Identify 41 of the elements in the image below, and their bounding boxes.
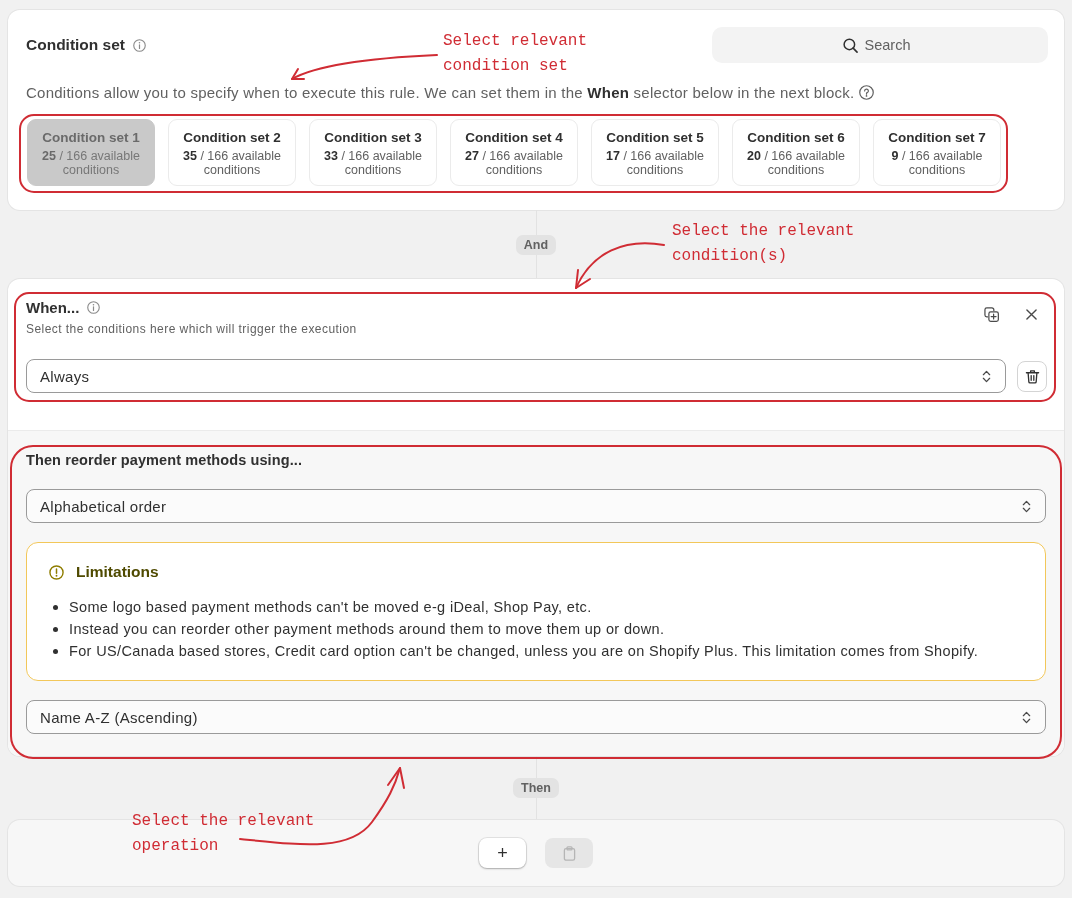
bullet-icon xyxy=(53,648,58,654)
trash-icon xyxy=(1024,368,1040,384)
section-title: When... xyxy=(26,298,80,316)
method-dropdown[interactable]: Alphabetical order xyxy=(26,489,1046,523)
condition-set-tile[interactable]: Condition set 5 17 / 166 available conditions xyxy=(591,119,719,186)
close-icon[interactable] xyxy=(1026,309,1037,320)
clipboard-icon xyxy=(562,845,576,861)
alert-icon xyxy=(49,564,64,580)
connector-label: And xyxy=(515,234,557,255)
card-title: Condition set xyxy=(26,36,126,54)
condition-set-tile[interactable]: Condition set 7 9 / 166 available conditions xyxy=(873,119,1001,186)
condition-set-tile[interactable]: Condition set 4 27 / 166 available conditions xyxy=(450,119,578,186)
limitation-text: Instead you can reorder other payment methods around them to move them up or down. xyxy=(69,621,665,637)
add-button[interactable]: + xyxy=(479,838,526,868)
duplicate-icon[interactable] xyxy=(984,307,999,322)
condition-dropdown[interactable]: Always xyxy=(26,359,1006,393)
description-text: Conditions allow you to specify when to execute this rule. We can set them in the When selector below in the next block. xyxy=(26,83,855,101)
condition-set-tile[interactable]: Condition set 2 35 / 166 available conditions xyxy=(168,119,296,186)
limitation-text: Some logo based payment methods can't be moved e-g iDeal, Shop Pay, etc. xyxy=(69,599,592,615)
annotation-text: Select the relevant operation xyxy=(132,811,315,857)
bullet-icon xyxy=(53,604,58,610)
info-icon xyxy=(87,300,101,314)
sort-dropdown[interactable]: Name A-Z (Ascending) xyxy=(26,700,1046,734)
chevron-updown-icon xyxy=(1022,498,1031,514)
section-title: Then reorder payment methods using... xyxy=(26,451,304,470)
connector-label: Then xyxy=(513,778,559,798)
chevron-updown-icon xyxy=(982,368,991,384)
annotation-text: Select relevant condition set xyxy=(443,31,588,77)
limitation-text: For US/Canada based stores, Credit card option can't be changed, unless you are on Shopify Plus. This limitation comes from Shopify. xyxy=(69,643,979,659)
annotation-text: Select the relevant condition(s) xyxy=(672,221,855,267)
bullet-icon xyxy=(53,626,58,632)
notice-title: Limitations xyxy=(76,563,159,581)
help-icon xyxy=(859,84,875,100)
search-field[interactable]: Search xyxy=(712,27,1048,63)
search-icon xyxy=(843,37,858,53)
delete-button[interactable] xyxy=(1017,360,1047,392)
section-subtitle: Select the conditions here which will trigger the execution xyxy=(26,321,357,337)
condition-set-tile[interactable]: Condition set 3 33 / 166 available conditions xyxy=(309,119,437,186)
chevron-updown-icon xyxy=(1022,709,1031,725)
condition-set-tile[interactable]: Condition set 6 20 / 166 available conditions xyxy=(732,119,860,186)
info-icon xyxy=(133,38,147,52)
